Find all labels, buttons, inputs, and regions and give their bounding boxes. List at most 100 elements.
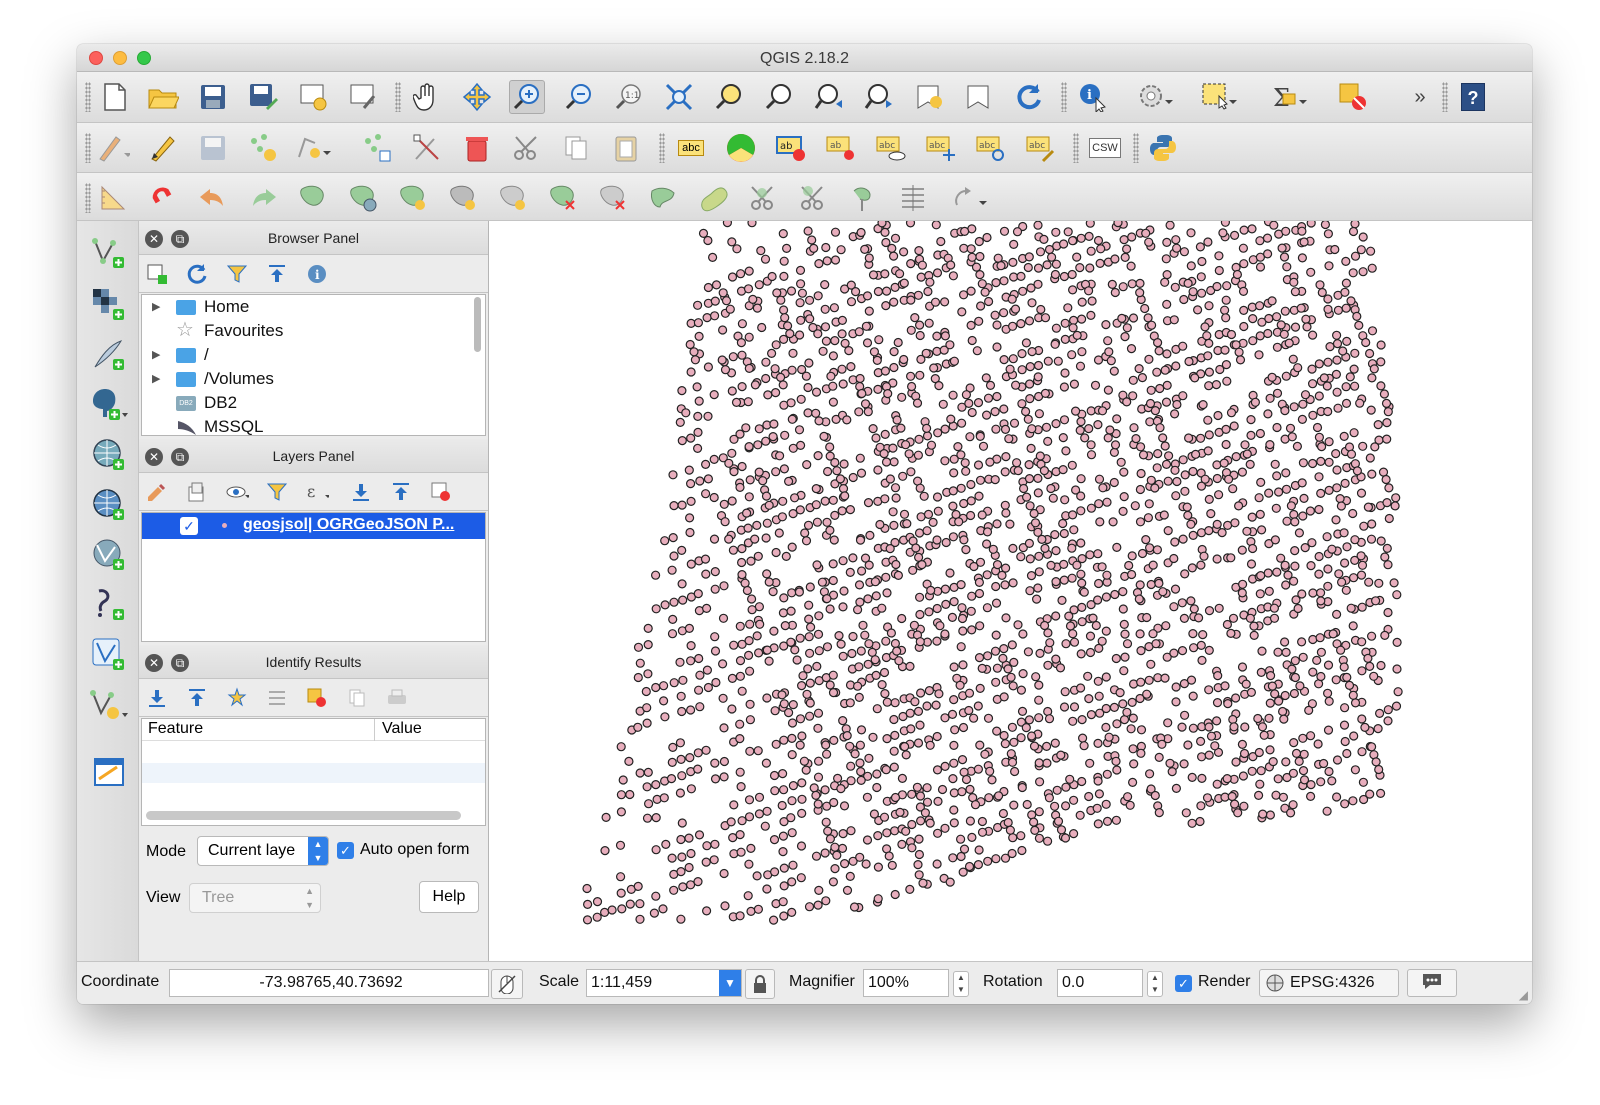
expand-new-results-icon[interactable] [225, 687, 249, 709]
clear-results-icon[interactable] [305, 687, 329, 709]
toolbar-grip[interactable] [85, 82, 91, 112]
print-icon[interactable] [385, 687, 409, 709]
chevron-down-icon[interactable]: ▼ [719, 970, 741, 996]
toolbar-grip[interactable] [85, 183, 91, 213]
toolbar-overflow-button[interactable]: » [1402, 80, 1438, 114]
split-features-icon[interactable] [695, 181, 731, 215]
zoom-next-icon[interactable] [861, 80, 897, 114]
pin-labels-icon[interactable]: ab [823, 131, 859, 165]
paste-features-icon[interactable] [609, 131, 645, 165]
add-point-icon[interactable] [245, 131, 281, 165]
filter-by-expression-icon[interactable]: ε [305, 481, 329, 503]
labeling-toolbar-icon[interactable]: ab [773, 131, 809, 165]
new-bookmark-icon[interactable] [911, 80, 947, 114]
toolbar-grip[interactable] [85, 133, 91, 163]
zoom-last-icon[interactable] [811, 80, 847, 114]
identify-icon[interactable]: i [1075, 80, 1111, 114]
new-shapefile-layer-icon[interactable] [89, 685, 129, 725]
collapse-all-icon[interactable] [389, 481, 413, 503]
toolbar-grip[interactable] [1133, 133, 1139, 163]
add-line-icon[interactable] [295, 131, 331, 165]
enable-properties-icon[interactable]: i [305, 263, 329, 285]
layer-visibility-checkbox[interactable]: ✓ [180, 517, 198, 535]
open-project-icon[interactable] [145, 80, 181, 114]
resize-grip-icon[interactable]: ◢ [1519, 988, 1528, 1002]
toolbar-grip[interactable] [659, 133, 665, 163]
rotation-spinner[interactable]: ▲ ▼ [1147, 971, 1163, 997]
toolbar-grip[interactable] [1442, 82, 1448, 112]
add-delimited-text-layer-icon[interactable] [89, 585, 129, 625]
help-button[interactable]: Help [419, 881, 479, 913]
add-part-icon[interactable] [395, 181, 431, 215]
toggle-editing-pencil-icon[interactable] [145, 131, 181, 165]
save-layer-edits-icon[interactable] [195, 131, 231, 165]
statistics-sum-icon[interactable]: Σ [1271, 80, 1307, 114]
expand-tree-icon[interactable] [145, 687, 169, 709]
browser-item-home[interactable]: ▶ Home [142, 295, 485, 319]
coordinate-field[interactable]: -73.98765,40.73692 [169, 969, 489, 997]
fill-ring-icon[interactable] [445, 181, 481, 215]
zoom-to-selection-icon[interactable] [711, 80, 747, 114]
browser-item-volumes[interactable]: ▶ /Volumes [142, 367, 485, 391]
add-selected-layers-icon[interactable] [145, 263, 169, 285]
cut-features-icon[interactable] [509, 131, 545, 165]
offset-point-symbol-icon[interactable] [951, 181, 987, 215]
split-parts-icon[interactable] [745, 181, 781, 215]
filter-legend-icon[interactable] [265, 481, 289, 503]
change-label-icon[interactable]: abc [1023, 131, 1059, 165]
create-gpx-layer-icon[interactable] [89, 753, 129, 793]
refresh-icon[interactable] [1011, 80, 1047, 114]
rotate-label-icon[interactable]: abc [973, 131, 1009, 165]
zoom-out-icon[interactable] [561, 80, 597, 114]
messages-button[interactable] [1407, 969, 1457, 997]
browser-item-root[interactable]: ▶ / [142, 343, 485, 367]
rotation-field[interactable]: 0.0 [1057, 969, 1143, 997]
delete-selected-icon[interactable] [459, 131, 495, 165]
current-edits-icon[interactable] [95, 131, 131, 165]
magnifier-spinner[interactable]: ▲ ▼ [953, 971, 969, 997]
show-hide-labels-icon[interactable]: abc [873, 131, 909, 165]
move-feature-icon[interactable] [359, 131, 395, 165]
offset-curve-icon[interactable] [645, 181, 681, 215]
save-project-icon[interactable] [195, 80, 231, 114]
composer-manager-icon[interactable] [345, 80, 381, 114]
lock-scale-icon[interactable] [745, 969, 775, 999]
copy-feature-icon[interactable] [345, 687, 369, 709]
browser-item-mssql[interactable]: MSSQL [142, 415, 485, 435]
add-vector-layer-icon[interactable] [89, 233, 129, 273]
horizontal-scrollbar[interactable] [146, 811, 461, 820]
magnifier-field[interactable]: 100% [863, 969, 949, 997]
add-virtual-layer-icon[interactable] [89, 635, 129, 675]
browser-item-favourites[interactable]: ☆ Favourites [142, 319, 485, 343]
merge-attributes-icon[interactable] [845, 181, 881, 215]
zoom-full-icon[interactable] [661, 80, 697, 114]
rotate-symbols-icon[interactable] [895, 181, 931, 215]
refresh-browser-icon[interactable] [185, 263, 209, 285]
map-canvas[interactable] [489, 221, 1532, 961]
new-print-composer-icon[interactable] [295, 80, 331, 114]
add-ring-icon[interactable] [345, 181, 381, 215]
open-form-icon[interactable] [265, 687, 289, 709]
auto-open-form-checkbox[interactable]: ✓ [337, 842, 354, 859]
advanced-digitize-icon[interactable] [95, 181, 131, 215]
expand-arrow-icon[interactable]: ▶ [152, 343, 160, 367]
toolbar-grip[interactable] [1061, 82, 1067, 112]
pan-to-selection-icon[interactable] [459, 80, 495, 114]
mode-select[interactable]: Current laye ▲ ▼ [197, 836, 329, 866]
toolbar-grip[interactable] [395, 82, 401, 112]
simplify-feature-icon[interactable] [295, 181, 331, 215]
new-project-icon[interactable] [97, 80, 133, 114]
copy-features-icon[interactable] [559, 131, 595, 165]
deselect-icon[interactable] [1335, 80, 1371, 114]
zoom-to-layer-icon[interactable] [761, 80, 797, 114]
redo-icon[interactable] [245, 181, 281, 215]
column-header-feature[interactable]: Feature [148, 720, 203, 738]
crs-button[interactable]: EPSG:4326 [1259, 969, 1399, 997]
save-as-icon[interactable] [245, 80, 281, 114]
collapse-all-icon[interactable] [265, 263, 289, 285]
help-icon[interactable]: ? [1455, 80, 1491, 114]
enable-snapping-icon[interactable] [145, 181, 181, 215]
undo-icon[interactable] [195, 181, 231, 215]
delete-part-icon[interactable] [545, 181, 581, 215]
layer-labeling-icon[interactable]: abc [673, 131, 709, 165]
